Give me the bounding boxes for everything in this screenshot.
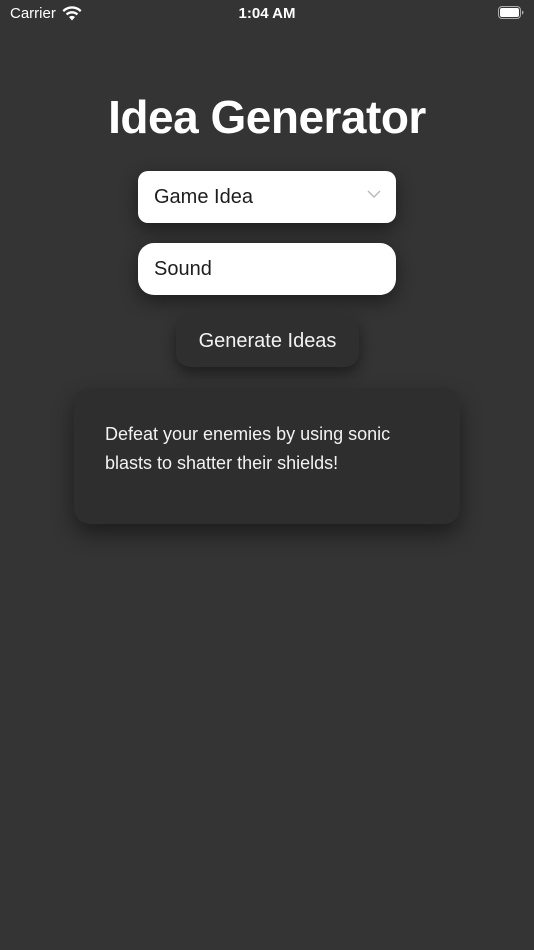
- picker-selected-label: Game Idea: [154, 185, 253, 208]
- result-text: Defeat your enemies by using sonic blast…: [105, 424, 391, 473]
- status-time: 1:04 AM: [238, 5, 296, 22]
- chevron-down-icon: [367, 190, 381, 198]
- result-card: Defeat your enemies by using sonic blast…: [74, 388, 460, 524]
- topic-input[interactable]: [138, 243, 396, 295]
- page-title: Idea Generator: [108, 91, 426, 143]
- generate-ideas-button[interactable]: Generate Ideas: [176, 316, 359, 367]
- idea-type-picker[interactable]: Game Idea: [138, 171, 396, 223]
- generate-ideas-label: Generate Ideas: [198, 330, 337, 352]
- status-bar: Carrier 1:04 AM: [0, 0, 534, 28]
- battery-icon: [498, 6, 524, 19]
